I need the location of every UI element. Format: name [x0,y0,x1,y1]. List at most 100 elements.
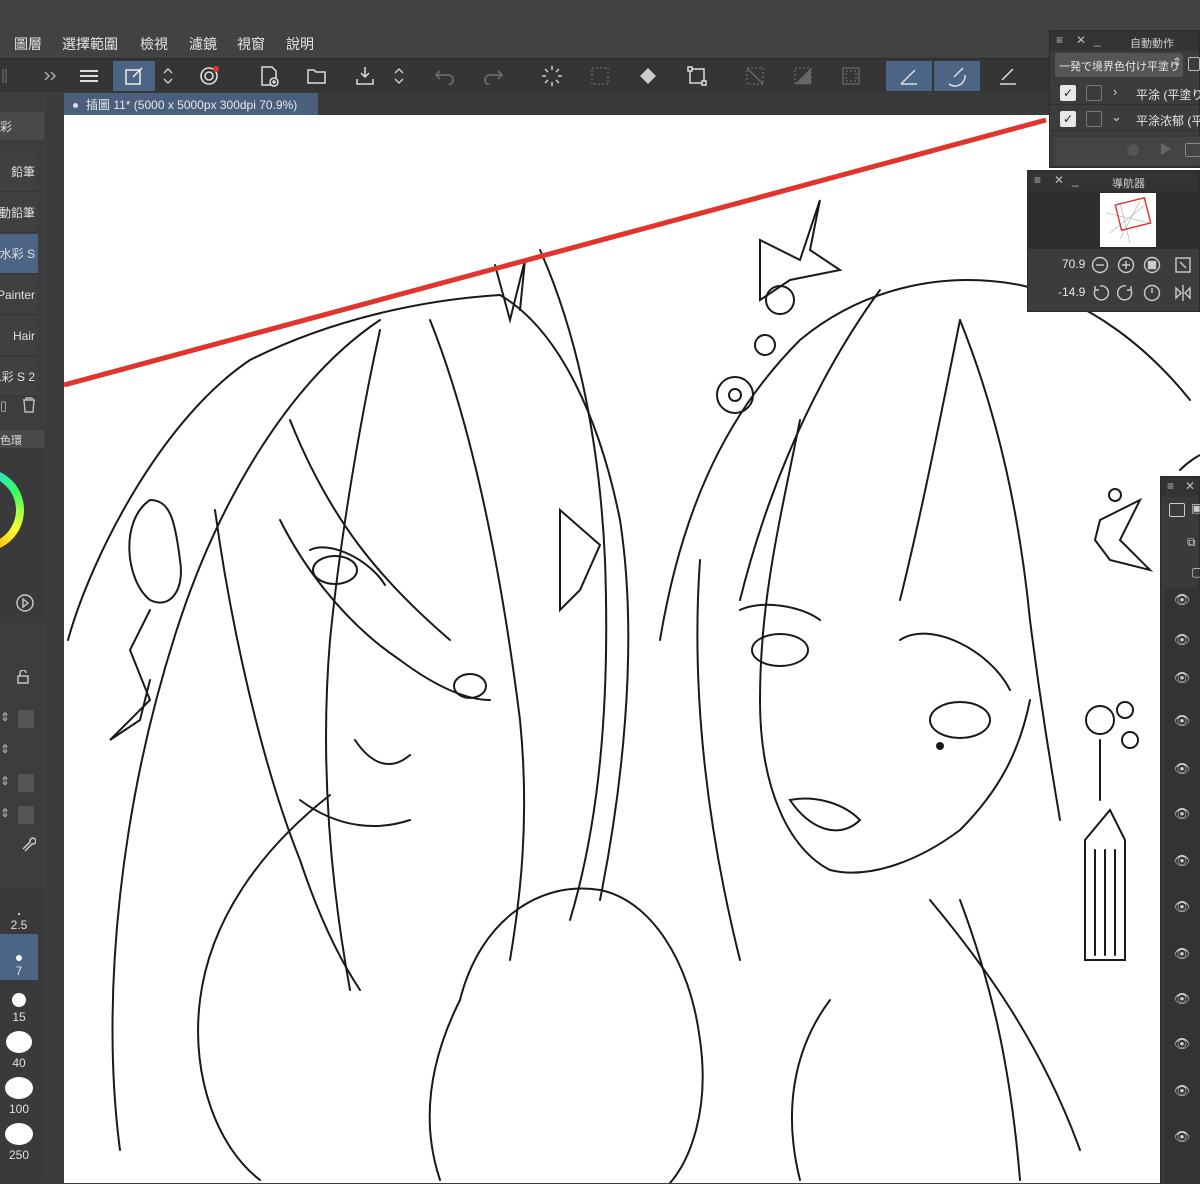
eye-icon[interactable]: 👁 [1168,1036,1196,1056]
eye-icon[interactable]: 👁 [1168,946,1196,966]
stepper-icon[interactable]: ⇕ [0,742,10,756]
eye-icon[interactable]: 👁 [1168,761,1196,781]
stepper-icon[interactable]: ⇕ [0,806,10,820]
action-checkbox[interactable]: ✓ [1060,111,1076,127]
action-set-select[interactable]: 一発で境界色付け平塗り [1055,53,1183,77]
action-row[interactable]: ✓ ⌄ 平涂浓郁 (平 [1050,107,1200,131]
action-row[interactable]: ✓ › 平涂 (平塗り [1050,81,1200,105]
action-dialog-toggle[interactable] [1086,111,1102,127]
chevron-right-icon[interactable]: › [1113,84,1117,99]
play-icon[interactable] [1159,141,1173,162]
brush-item-auto-pencil[interactable]: 動鉛筆 [0,193,38,233]
stepper-icon[interactable]: ⇕ [0,774,10,788]
layer-option-icon[interactable]: ▢ [1191,565,1200,579]
ruler-pen-icon[interactable] [993,61,1023,91]
deselect-icon[interactable] [740,61,770,91]
brush-size-item[interactable]: 250 [0,1118,38,1164]
close-icon[interactable]: ✕ [1185,479,1195,493]
chevron-down-icon[interactable]: ⌄ [1111,109,1122,125]
close-icon[interactable]: ✕ [1076,33,1086,47]
stepper-icon[interactable] [389,61,409,91]
open-folder-icon[interactable] [302,61,332,91]
eye-icon[interactable]: 👁 [1168,899,1196,919]
loading-icon[interactable] [537,61,567,91]
zoom-in-icon[interactable] [1117,256,1135,279]
menu-help[interactable]: 說明 [286,34,314,54]
eye-icon[interactable]: 👁 [1168,806,1196,826]
edit-tool-icon[interactable] [113,61,155,91]
new-file-icon[interactable] [254,61,284,91]
rotate-right-icon[interactable] [1116,284,1135,307]
flip-horizontal-icon[interactable] [1174,284,1192,307]
zoom-value[interactable]: 70.9 [1062,257,1085,271]
record-icon[interactable] [1127,144,1139,156]
brush-size-item[interactable]: 2.5 [0,888,38,934]
rotation-value[interactable]: -14.9 [1058,285,1085,299]
eye-icon[interactable]: 👁 [1168,1129,1196,1149]
reset-rotation-icon[interactable] [1143,284,1161,307]
eye-icon[interactable]: 👁 [1168,670,1196,690]
clear-selection-icon[interactable] [585,61,615,91]
minimize-icon[interactable]: _ [1094,33,1101,47]
action-checkbox[interactable]: ✓ [1060,85,1076,101]
collapse-panel-icon[interactable] [38,61,62,91]
fit-actual-size-icon[interactable] [1143,256,1161,279]
eye-icon[interactable]: 👁 [1168,853,1196,873]
menu-filter[interactable]: 濾鏡 [189,34,217,54]
snap-special-ruler-icon[interactable] [934,61,980,91]
fit-window-icon[interactable] [1174,256,1192,279]
eye-icon[interactable]: 👁 [1168,713,1196,733]
drag-handle-icon[interactable]: ≡ [1034,173,1041,187]
action-dialog-toggle[interactable] [1086,85,1102,101]
menu-view[interactable]: 檢視 [140,34,168,54]
fill-icon[interactable] [633,61,663,91]
close-icon[interactable]: ✕ [1054,173,1064,187]
lock-icon[interactable] [16,669,30,689]
brush-item-watercolor-s[interactable]: 水彩 S [0,234,38,274]
selection-border-icon[interactable] [836,61,866,91]
trash-icon[interactable] [22,397,36,416]
stepper-icon[interactable]: ▣ [1191,501,1200,515]
download-icon[interactable] [18,710,34,728]
minimize-icon[interactable]: _ [1072,173,1079,187]
canvas-tab[interactable]: 插圖 11* (5000 x 5000px 300dpi 70.9%) [64,93,318,115]
wrench-icon[interactable] [20,836,37,857]
undo-icon[interactable] [430,61,460,91]
drag-handle-icon[interactable]: ≡ [1167,479,1174,493]
brush-size-item[interactable]: 7 [0,934,38,980]
stepper-icon[interactable] [158,61,178,91]
clip-studio-icon[interactable] [194,61,224,91]
hamburger-menu-icon[interactable] [74,61,104,91]
eye-icon[interactable]: 👁 [1168,632,1196,652]
drag-handle-icon[interactable]: ≡ [1056,33,1063,47]
copy-icon[interactable]: ⧉ [1187,535,1196,550]
rotate-left-icon[interactable] [1091,284,1110,307]
add-command-icon[interactable] [1185,143,1200,157]
snap-ruler-icon[interactable] [886,61,932,91]
color-panel-tab[interactable]: 色環 [0,430,44,448]
brush-item-pencil[interactable]: 鉛筆 [0,152,38,192]
redo-icon[interactable] [478,61,508,91]
navigator-thumbnail[interactable] [1100,193,1156,247]
play-icon[interactable] [16,594,34,617]
copy-brush-icon[interactable]: ▯ [0,398,7,414]
eye-icon[interactable]: 👁 [1168,592,1196,612]
stepper-icon[interactable]: ⇕ [0,710,10,724]
download-icon[interactable] [18,806,34,824]
menu-window[interactable]: 視窗 [237,34,265,54]
eye-icon[interactable]: 👁 [1168,1083,1196,1103]
layer-property-icon[interactable] [1169,503,1185,517]
menu-layer[interactable]: 圖層 [14,34,42,54]
download-icon[interactable] [18,774,34,792]
save-icon[interactable] [350,61,380,91]
chevron-updown-icon[interactable]: ⇕ [1172,55,1182,69]
brush-size-item[interactable]: 40 [0,1026,38,1072]
copy-icon[interactable] [1188,57,1200,71]
brush-item-hair[interactable]: Hair [0,316,38,356]
brush-item-watercolor-s2[interactable]: 水彩 S 2 [0,357,38,397]
invert-selection-icon[interactable] [788,61,818,91]
zoom-out-icon[interactable] [1091,256,1109,279]
eye-icon[interactable]: 👁 [1168,991,1196,1011]
menu-selection[interactable]: 選擇範圍 [62,34,118,54]
brush-size-item[interactable]: 100 [0,1072,38,1118]
